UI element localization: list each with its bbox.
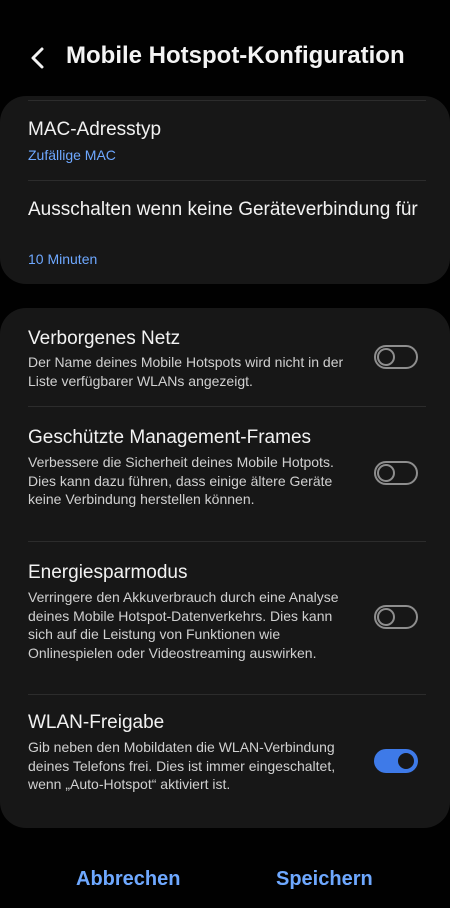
toggle-knob: [377, 348, 395, 366]
power-saving-title: Energiesparmodus: [28, 562, 188, 583]
toggle-knob: [377, 464, 395, 482]
page-title: Mobile Hotspot-Konfiguration: [66, 42, 405, 69]
divider: [28, 180, 426, 181]
protected-management-frames-toggle[interactable]: [374, 461, 418, 485]
wifi-sharing-row[interactable]: WLAN-Freigabe Gib neben den Mobildaten d…: [0, 695, 450, 828]
cancel-button[interactable]: Abbrechen: [76, 868, 180, 891]
power-saving-description: Verringere den Akkuverbrauch durch eine …: [28, 589, 339, 661]
protected-management-frames-row[interactable]: Geschützte Management-Frames Verbessere …: [0, 407, 450, 541]
auto-off-timeout-title: Ausschalten wenn keine Geräteverbindung …: [28, 199, 418, 220]
save-button[interactable]: Speichern: [276, 868, 373, 891]
power-saving-row[interactable]: Energiesparmodus Verringere den Akkuverb…: [0, 542, 450, 694]
hotspot-options-card: Verborgenes Netz Der Name deines Mobile …: [0, 308, 450, 828]
mac-address-type-value: Zufällige MAC: [28, 147, 116, 163]
power-saving-toggle[interactable]: [374, 605, 418, 629]
auto-off-timeout-value: 10 Minuten: [28, 251, 98, 267]
protected-management-frames-description: Verbessere die Sicherheit deines Mobile …: [28, 454, 334, 507]
app-header: Mobile Hotspot-Konfiguration: [0, 0, 450, 96]
hidden-network-toggle[interactable]: [374, 345, 418, 369]
wifi-sharing-toggle[interactable]: [374, 749, 418, 773]
mac-address-type-row[interactable]: MAC-Adresstyp Zufällige MAC: [0, 108, 450, 180]
wifi-sharing-title: WLAN-Freigabe: [28, 712, 165, 733]
back-button[interactable]: [20, 40, 56, 76]
toggle-knob: [396, 751, 416, 771]
hidden-network-row[interactable]: Verborgenes Netz Der Name deines Mobile …: [0, 308, 450, 406]
protected-management-frames-title: Geschützte Management-Frames: [28, 427, 312, 448]
toggle-knob: [377, 608, 395, 626]
chevron-left-icon: [31, 47, 44, 69]
hidden-network-title: Verborgenes Netz: [28, 328, 181, 349]
hidden-network-description: Der Name deines Mobile Hotspots wird nic…: [28, 354, 344, 389]
divider: [28, 100, 426, 101]
wifi-sharing-description: Gib neben den Mobildaten die WLAN-Verbin…: [28, 739, 336, 792]
auto-off-timeout-row[interactable]: Ausschalten wenn keine Geräteverbindung …: [0, 188, 450, 278]
mac-address-type-title: MAC-Adresstyp: [28, 119, 162, 140]
network-settings-card: MAC-Adresstyp Zufällige MAC Ausschalten …: [0, 96, 450, 284]
